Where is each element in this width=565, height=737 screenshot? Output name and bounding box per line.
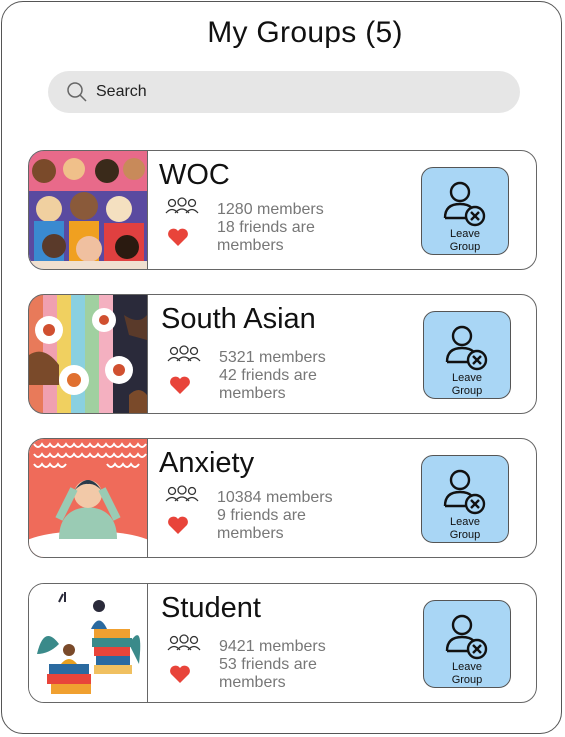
friends-count-suffix: members <box>217 525 284 542</box>
members-icon <box>165 485 199 502</box>
leave-label-1: Leave <box>450 228 480 240</box>
search-bar[interactable]: Search <box>48 71 520 113</box>
group-meta: 1280 members 18 friends are members <box>217 201 324 255</box>
members-count: 10384 members <box>217 489 333 506</box>
leave-group-button[interactable]: Leave Group <box>421 167 509 255</box>
group-thumbnail-student <box>29 584 148 702</box>
leave-label-2: Group <box>449 529 481 541</box>
group-card-student[interactable]: Student 9421 members 53 friends are memb… <box>28 583 537 703</box>
friends-count-suffix: members <box>217 237 284 254</box>
group-name: Student <box>161 592 261 624</box>
friends-count-suffix: members <box>219 385 286 402</box>
friends-count: 9 friends are <box>217 507 306 524</box>
leave-user-icon <box>445 614 488 660</box>
leave-group-button[interactable]: Leave Group <box>423 311 511 399</box>
friends-count: 42 friends are <box>219 367 317 384</box>
group-thumbnail-south-asian <box>29 295 148 413</box>
heart-icon <box>168 228 188 246</box>
page-title: My Groups (5) <box>207 16 403 49</box>
group-card-anxiety[interactable]: Anxiety 10384 members 9 friends are memb… <box>28 438 537 558</box>
group-meta: 9421 members 53 friends are members <box>219 638 326 692</box>
group-thumbnail-woc <box>29 151 148 269</box>
group-card-woc[interactable]: WOC 1280 members 18 friends are members … <box>28 150 537 270</box>
members-count: 5321 members <box>219 349 326 366</box>
heart-icon <box>168 516 188 534</box>
leave-label-1: Leave <box>450 516 480 528</box>
leave-group-button[interactable]: Leave Group <box>421 455 509 543</box>
leave-label-1: Leave <box>452 372 482 384</box>
search-icon <box>67 82 87 102</box>
group-meta: 5321 members 42 friends are members <box>219 349 326 403</box>
search-input[interactable]: Search <box>96 83 147 101</box>
members-count: 1280 members <box>217 201 324 218</box>
members-icon <box>167 345 201 362</box>
heart-icon <box>170 665 190 683</box>
leave-user-icon <box>445 325 488 371</box>
members-icon <box>165 197 199 214</box>
members-icon <box>167 634 201 651</box>
leave-label-1: Leave <box>452 661 482 673</box>
group-card-south-asian[interactable]: South Asian 5321 members 42 friends are … <box>28 294 537 414</box>
leave-label-2: Group <box>451 674 483 686</box>
leave-user-icon <box>443 181 486 227</box>
group-thumbnail-anxiety <box>29 439 148 557</box>
leave-label-2: Group <box>449 241 481 253</box>
members-count: 9421 members <box>219 638 326 655</box>
leave-label-2: Group <box>451 385 483 397</box>
friends-count-suffix: members <box>219 674 286 691</box>
friends-count: 53 friends are <box>219 656 317 673</box>
group-name: WOC <box>159 159 230 191</box>
friends-count: 18 friends are <box>217 219 315 236</box>
group-meta: 10384 members 9 friends are members <box>217 489 333 543</box>
leave-group-button[interactable]: Leave Group <box>423 600 511 688</box>
group-name: South Asian <box>161 303 316 335</box>
group-name: Anxiety <box>159 447 255 479</box>
heart-icon <box>170 376 190 394</box>
leave-user-icon <box>443 469 486 515</box>
